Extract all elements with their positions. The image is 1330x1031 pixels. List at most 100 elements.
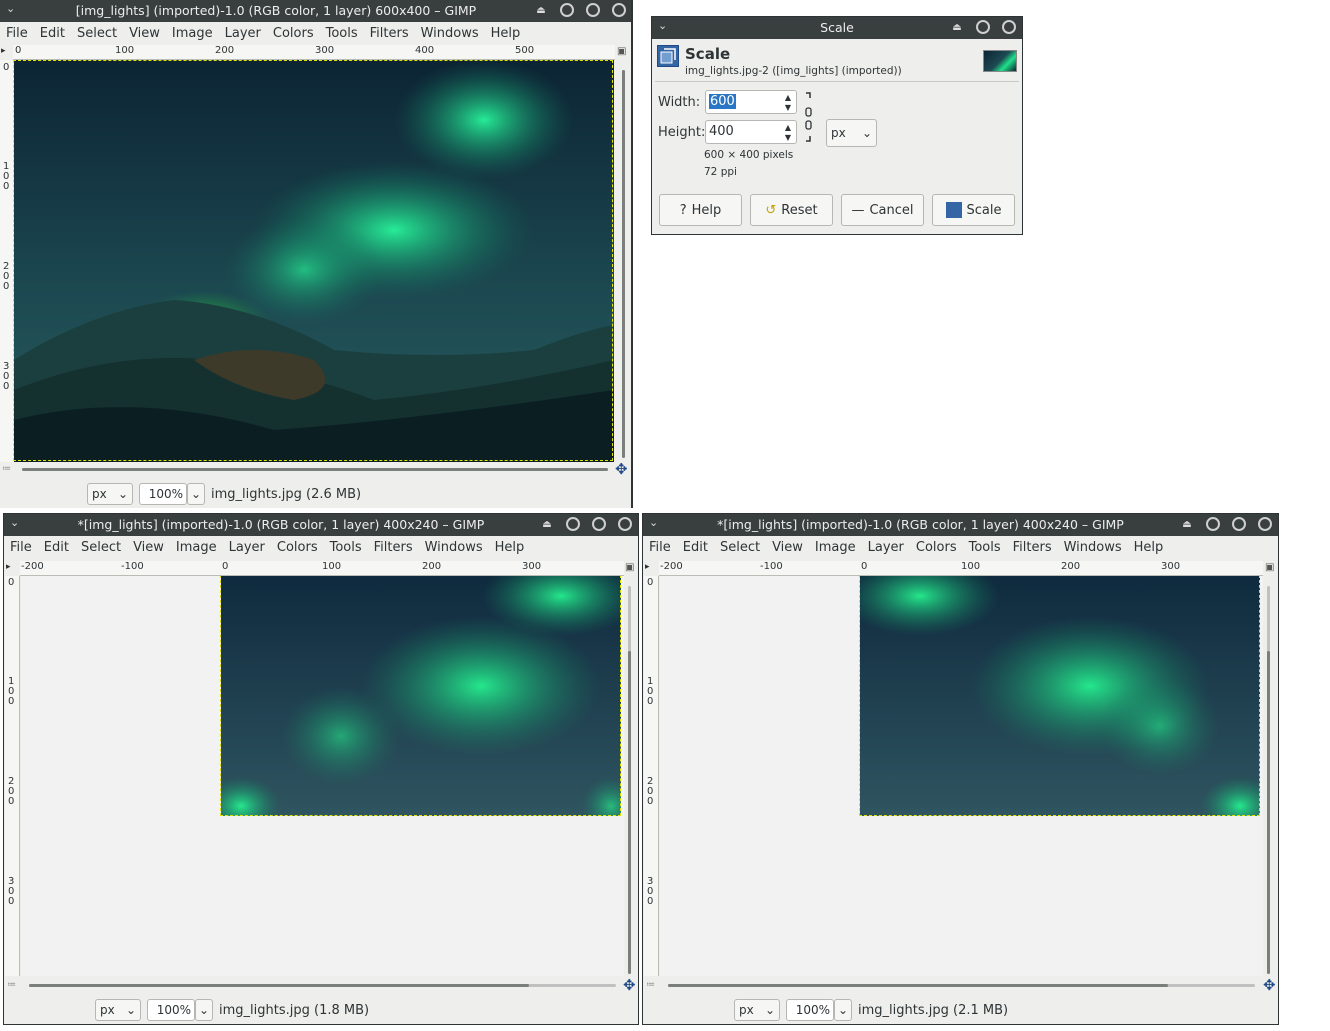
menu-file[interactable]: File (4, 540, 38, 555)
window-titlebar[interactable]: ⌄ *[img_lights] (imported)-1.0 (RGB colo… (643, 514, 1278, 536)
menu-edit[interactable]: Edit (34, 26, 71, 41)
height-spin-up[interactable]: ▲ (782, 123, 794, 133)
menu-help[interactable]: Help (1128, 540, 1170, 555)
navigate-icon[interactable]: ✥ (623, 976, 636, 994)
menu-edit[interactable]: Edit (677, 540, 714, 555)
unit-selector[interactable]: px ⌄ (734, 999, 780, 1021)
horizontal-ruler[interactable]: 0 100 200 300 400 500 (13, 45, 615, 60)
vertical-scrollbar[interactable] (622, 70, 625, 458)
height-input[interactable]: 400 ▲ ▼ (705, 120, 797, 144)
menu-filters[interactable]: Filters (368, 540, 419, 555)
maximize-button[interactable] (586, 3, 600, 17)
image-canvas[interactable] (660, 576, 1263, 976)
menu-help[interactable]: Help (485, 26, 527, 41)
minimize-button[interactable] (976, 20, 990, 34)
zoom-corner-icon[interactable]: ▣ (617, 46, 626, 57)
image-canvas[interactable] (21, 576, 624, 976)
maximize-button[interactable] (592, 517, 606, 531)
horizontal-scrollbar[interactable] (668, 984, 1255, 987)
menu-layer[interactable]: Layer (862, 540, 910, 555)
scale-button[interactable]: Scale (932, 194, 1015, 226)
menu-layer[interactable]: Layer (219, 26, 267, 41)
shade-icon[interactable]: ⏏ (540, 519, 554, 530)
reset-button[interactable]: ↺ Reset (750, 194, 833, 226)
menu-image[interactable]: Image (809, 540, 862, 555)
window-menu-icon[interactable]: ⌄ (649, 516, 658, 529)
zoom-input[interactable]: 100% (786, 999, 834, 1021)
dialog-titlebar[interactable]: ⌄ Scale ⏏ (652, 17, 1022, 39)
minimize-button[interactable] (1206, 517, 1220, 531)
shade-icon[interactable]: ⏏ (1180, 519, 1194, 530)
horizontal-ruler[interactable]: -200 -100 0 100 200 300 (659, 561, 1263, 576)
minimize-button[interactable] (566, 517, 580, 531)
menu-filters[interactable]: Filters (1007, 540, 1058, 555)
menu-help[interactable]: Help (489, 540, 531, 555)
zoom-input[interactable]: 100% (147, 999, 195, 1021)
quickmask-corner-icon[interactable]: ▸ (6, 562, 11, 572)
menu-select[interactable]: Select (71, 26, 123, 41)
close-button[interactable] (612, 3, 626, 17)
unit-selector[interactable]: px ⌄ (87, 483, 133, 505)
width-spin-up[interactable]: ▲ (782, 93, 794, 103)
chain-link-icon[interactable] (803, 91, 813, 143)
menu-file[interactable]: File (0, 26, 34, 41)
width-input[interactable]: 600 ▲ ▼ (705, 90, 797, 114)
menu-file[interactable]: File (643, 540, 677, 555)
window-menu-icon[interactable]: ⌄ (10, 516, 19, 529)
menu-colors[interactable]: Colors (267, 26, 320, 41)
menu-colors[interactable]: Colors (271, 540, 324, 555)
window-menu-icon[interactable]: ⌄ (658, 19, 667, 32)
window-titlebar[interactable]: ⌄ [img_lights] (imported)-1.0 (RGB color… (0, 0, 632, 22)
cancel-button[interactable]: — Cancel (841, 194, 924, 226)
menu-view[interactable]: View (127, 540, 170, 555)
menu-windows[interactable]: Windows (419, 540, 489, 555)
vertical-ruler[interactable]: 0 1 0 0 2 0 0 3 0 0 (644, 576, 659, 976)
window-menu-icon[interactable]: ⌄ (6, 2, 15, 15)
zoom-dropdown-button[interactable]: ⌄ (187, 483, 205, 505)
menu-select[interactable]: Select (714, 540, 766, 555)
menu-windows[interactable]: Windows (415, 26, 485, 41)
horizontal-scrollbar[interactable] (29, 984, 616, 987)
quickmask-corner-icon[interactable]: ▸ (1, 46, 11, 56)
menu-image[interactable]: Image (166, 26, 219, 41)
menu-image[interactable]: Image (170, 540, 223, 555)
menu-tools[interactable]: Tools (324, 540, 368, 555)
menu-tools[interactable]: Tools (963, 540, 1007, 555)
height-spin-down[interactable]: ▼ (782, 133, 794, 143)
maximize-button[interactable] (1232, 517, 1246, 531)
zoom-input[interactable]: 100% (139, 483, 187, 505)
menu-view[interactable]: View (123, 26, 166, 41)
vertical-scrollbar[interactable] (628, 586, 631, 974)
unit-selector[interactable]: px ⌄ (95, 999, 141, 1021)
menu-colors[interactable]: Colors (910, 540, 963, 555)
menu-layer[interactable]: Layer (223, 540, 271, 555)
navigate-icon[interactable]: ✥ (615, 460, 628, 478)
menu-edit[interactable]: Edit (38, 540, 75, 555)
quickmask-corner-icon[interactable]: ▸ (645, 562, 650, 572)
width-spin-down[interactable]: ▼ (782, 103, 794, 113)
zoom-dropdown-button[interactable]: ⌄ (834, 999, 852, 1021)
close-button[interactable] (1002, 20, 1016, 34)
zoom-corner-icon[interactable]: ▣ (1265, 562, 1274, 573)
menu-filters[interactable]: Filters (364, 26, 415, 41)
window-titlebar[interactable]: ⌄ *[img_lights] (imported)-1.0 (RGB colo… (4, 514, 638, 536)
menu-select[interactable]: Select (75, 540, 127, 555)
unit-selector[interactable]: px ⌄ (826, 119, 877, 147)
zoom-dropdown-button[interactable]: ⌄ (195, 999, 213, 1021)
horizontal-scrollbar[interactable] (22, 468, 608, 471)
close-button[interactable] (1258, 517, 1272, 531)
menu-windows[interactable]: Windows (1058, 540, 1128, 555)
shade-icon[interactable]: ⏏ (534, 5, 548, 16)
horizontal-ruler[interactable]: -200 -100 0 100 200 300 (20, 561, 624, 576)
navigate-icon[interactable]: ✥ (1263, 976, 1276, 994)
zoom-corner-icon[interactable]: ▣ (625, 562, 634, 573)
shade-icon[interactable]: ⏏ (950, 22, 964, 33)
vertical-scrollbar[interactable] (1267, 586, 1270, 974)
menu-view[interactable]: View (766, 540, 809, 555)
menu-tools[interactable]: Tools (320, 26, 364, 41)
help-button[interactable]: ? Help (659, 194, 742, 226)
close-button[interactable] (618, 517, 632, 531)
vertical-ruler[interactable]: 0 1 0 0 2 0 0 3 0 0 (5, 576, 20, 976)
minimize-button[interactable] (560, 3, 574, 17)
vertical-ruler[interactable]: 0 1 0 0 2 0 0 3 0 0 (0, 60, 15, 462)
